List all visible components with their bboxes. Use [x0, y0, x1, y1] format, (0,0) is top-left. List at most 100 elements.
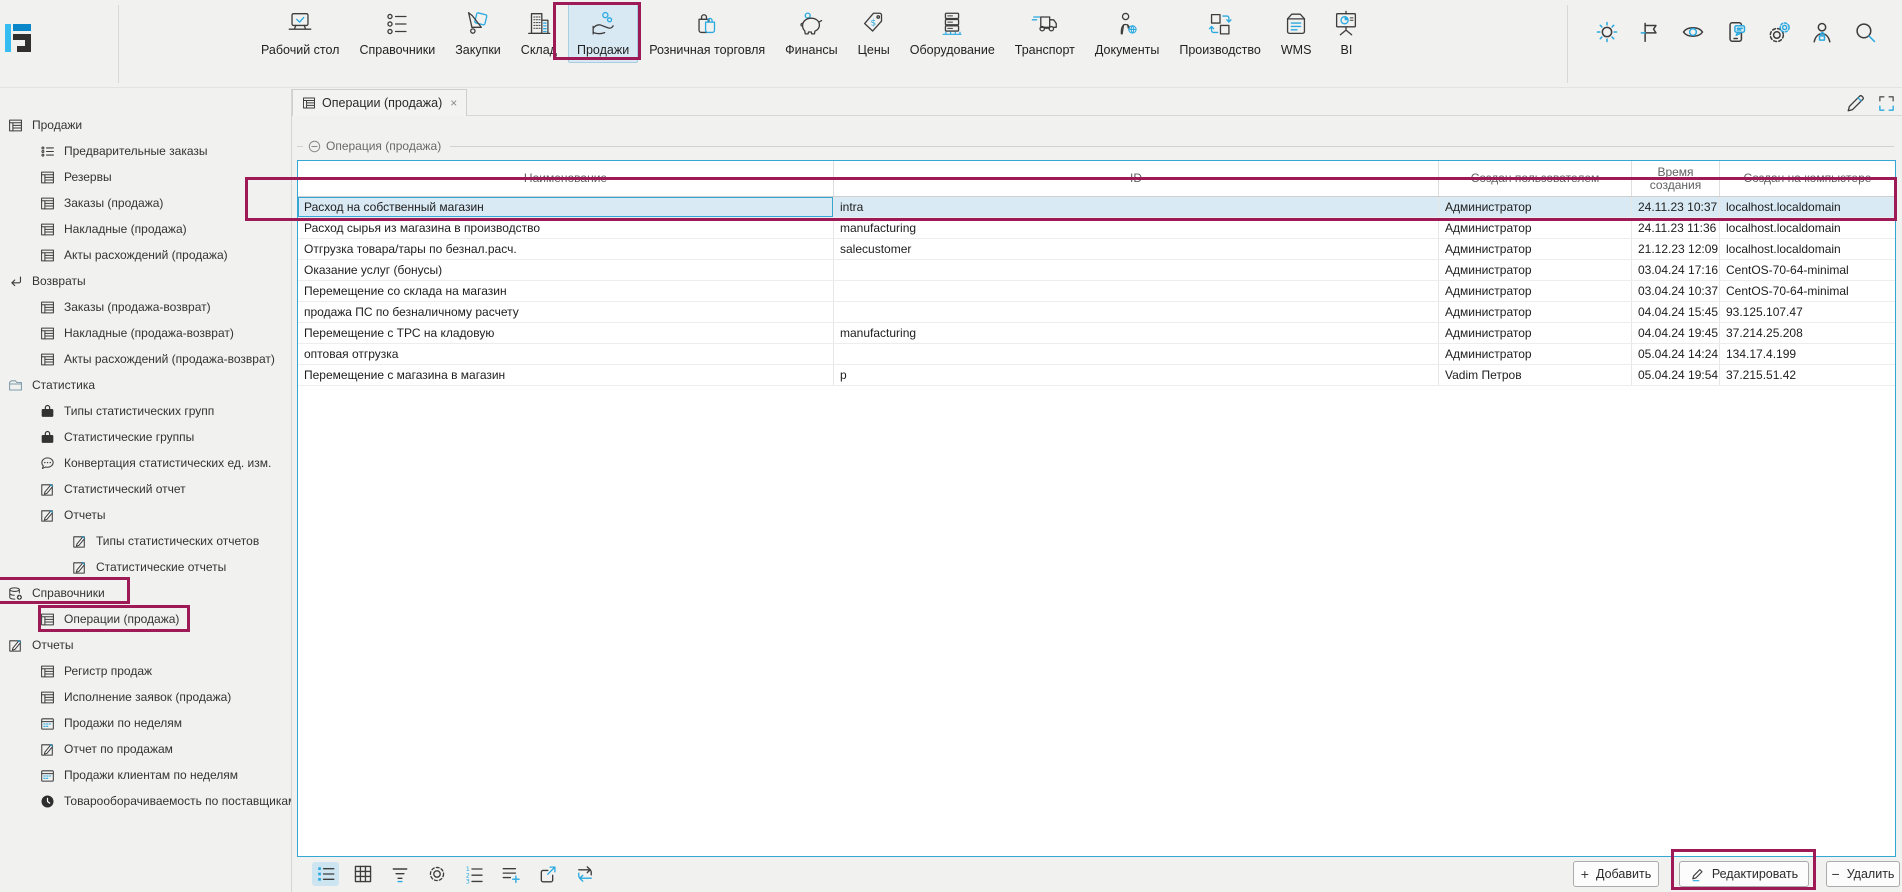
settings-button[interactable] [1766, 19, 1792, 45]
sidebar-item-15[interactable]: Статистический отчет [0, 476, 291, 502]
sidebar-item-12[interactable]: Типы статистических групп [0, 398, 291, 424]
gear-small-button[interactable] [423, 862, 450, 886]
tab-close-icon[interactable]: × [450, 96, 457, 110]
reload-button[interactable] [571, 862, 598, 886]
sidebar-item-24[interactable]: Продажи по неделям [0, 710, 291, 736]
add-button[interactable]: + Добавить [1573, 861, 1659, 887]
tab-operations-sale[interactable]: Операции (продажа) × [292, 89, 467, 116]
sidebar-item-26[interactable]: Продажи клиентам по неделям [0, 762, 291, 788]
table-cell: 03.04.24 17:16 [1632, 260, 1720, 280]
sidebar-item-8[interactable]: Заказы (продажа-возврат) [0, 294, 291, 320]
table-row-3[interactable]: Отгрузка товара/тары по безнал.расч.sale… [298, 239, 1895, 260]
sidebar-item-20[interactable]: Операции (продажа) [0, 606, 291, 632]
collapse-icon[interactable] [308, 140, 321, 153]
list-view-button[interactable] [312, 862, 339, 886]
sidebar-item-label: Операции (продажа) [64, 612, 179, 626]
sidebar-item-label: Регистр продаж [64, 664, 152, 678]
profile-button[interactable] [1809, 19, 1835, 45]
sidebar-item-13[interactable]: Статистические группы [0, 424, 291, 450]
table-row-1[interactable]: Расход на собственный магазинintraАдмини… [298, 197, 1895, 218]
sidebar-item-25[interactable]: Отчет по продажам [0, 736, 291, 762]
sidebar-item-7[interactable]: Возвраты [0, 268, 291, 294]
module-production[interactable]: Производство [1170, 2, 1270, 63]
column-header-4[interactable]: Время создания [1632, 161, 1720, 196]
sidebar-item-21[interactable]: Отчеты [0, 632, 291, 658]
edit-button[interactable]: Редактировать [1679, 861, 1809, 887]
export-button[interactable] [534, 862, 561, 886]
fullscreen-button[interactable] [1877, 94, 1896, 113]
module-sales[interactable]: Продажи [568, 2, 638, 63]
table-row-2[interactable]: Расход сырья из магазина в производствоm… [298, 218, 1895, 239]
module-finance[interactable]: Финансы [776, 2, 846, 63]
column-header-2[interactable]: ID [834, 161, 1439, 196]
table-cell: 03.04.24 10:37 [1632, 281, 1720, 301]
table-cell: p [834, 365, 1439, 385]
mobile-chat-button[interactable] [1723, 19, 1749, 45]
eye-button[interactable] [1680, 19, 1706, 45]
edit-view-button[interactable] [1845, 92, 1867, 114]
sidebar-item-label: Заказы (продажа-возврат) [64, 300, 211, 314]
sidebar-item-17[interactable]: Типы статистических отчетов [0, 528, 291, 554]
grid-view-button[interactable] [349, 862, 376, 886]
report-icon [72, 560, 87, 575]
table-cell: Администратор [1439, 323, 1632, 343]
sidebar-item-3[interactable]: Резервы [0, 164, 291, 190]
module-retail[interactable]: Розничная торговля [640, 2, 774, 63]
module-documents[interactable]: Документы [1086, 2, 1168, 63]
sidebar-item-23[interactable]: Исполнение заявок (продажа) [0, 684, 291, 710]
sidebar-item-11[interactable]: Статистика [0, 372, 291, 398]
delete-button[interactable]: − Удалить [1826, 861, 1900, 887]
sidebar-item-16[interactable]: Отчеты [0, 502, 291, 528]
table-cell: Администратор [1439, 281, 1632, 301]
table-row-9[interactable]: Перемещение с магазина в магазинpVadim П… [298, 365, 1895, 386]
table-row-6[interactable]: продажа ПС по безналичному расчетуАдмини… [298, 302, 1895, 323]
retail-icon [692, 9, 722, 39]
delete-button-label: Удалить [1847, 867, 1895, 881]
bottom-bar: 123 + Добавить Редактировать − Удалить [292, 856, 1902, 892]
module-transport[interactable]: Транспорт [1006, 2, 1084, 63]
table-row-7[interactable]: Перемещение с ТРС на кладовуюmanufacturi… [298, 323, 1895, 344]
sidebar-item-label: Исполнение заявок (продажа) [64, 690, 231, 704]
app-logo[interactable] [5, 24, 31, 52]
sidebar-item-1[interactable]: Продажи [0, 112, 291, 138]
flag-button[interactable] [1637, 19, 1663, 45]
sidebar-item-4[interactable]: Заказы (продажа) [0, 190, 291, 216]
module-catalogs[interactable]: Справочники [350, 2, 444, 63]
sidebar-item-2[interactable]: Предварительные заказы [0, 138, 291, 164]
sidebar-item-label: Статистические отчеты [96, 560, 226, 574]
sidebar-item-18[interactable]: Статистические отчеты [0, 554, 291, 580]
table-icon [8, 118, 23, 133]
table-cell: 05.04.24 19:54 [1632, 365, 1720, 385]
module-label: Финансы [785, 43, 837, 57]
sidebar-item-14[interactable]: Конвертация статистических ед. изм. [0, 450, 291, 476]
report-icon [40, 508, 55, 523]
module-wms[interactable]: WMS [1272, 2, 1321, 63]
module-bi[interactable]: BI [1322, 2, 1370, 63]
module-prices[interactable]: $Цены [849, 2, 899, 63]
module-desktop[interactable]: Рабочий стол [252, 2, 348, 63]
column-header-5[interactable]: Создан на компьютере [1720, 161, 1895, 196]
sidebar-item-9[interactable]: Накладные (продажа-возврат) [0, 320, 291, 346]
sidebar-item-27[interactable]: Товарооборачиваемость по поставщикам [0, 788, 291, 814]
table-row-4[interactable]: Оказание услуг (бонусы)Администратор03.0… [298, 260, 1895, 281]
numbered-list-button[interactable]: 123 [460, 862, 487, 886]
sidebar-item-22[interactable]: Регистр продаж [0, 658, 291, 684]
search-button[interactable] [1852, 19, 1878, 45]
sidebar-item-10[interactable]: Акты расхождений (продажа-возврат) [0, 346, 291, 372]
chat-icon [40, 456, 55, 471]
column-header-3[interactable]: Создан пользователем [1439, 161, 1632, 196]
add-lines-button[interactable] [497, 862, 524, 886]
sidebar-item-5[interactable]: Накладные (продажа) [0, 216, 291, 242]
bi-icon [1331, 9, 1361, 39]
sidebar-item-19[interactable]: Справочники [0, 580, 291, 606]
sidebar-item-6[interactable]: Акты расхождений (продажа) [0, 242, 291, 268]
table-row-5[interactable]: Перемещение со склада на магазинАдминист… [298, 281, 1895, 302]
module-purchases[interactable]: Закупки [446, 2, 510, 63]
brightness-button[interactable] [1594, 19, 1620, 45]
module-equipment[interactable]: Оборудование [901, 2, 1004, 63]
table-row-8[interactable]: оптовая отгрузкаАдминистратор05.04.24 14… [298, 344, 1895, 365]
module-warehouse[interactable]: Склад [512, 2, 566, 63]
filter-button[interactable] [386, 862, 413, 886]
table-icon [40, 300, 55, 315]
column-header-1[interactable]: Наименование [298, 161, 834, 196]
